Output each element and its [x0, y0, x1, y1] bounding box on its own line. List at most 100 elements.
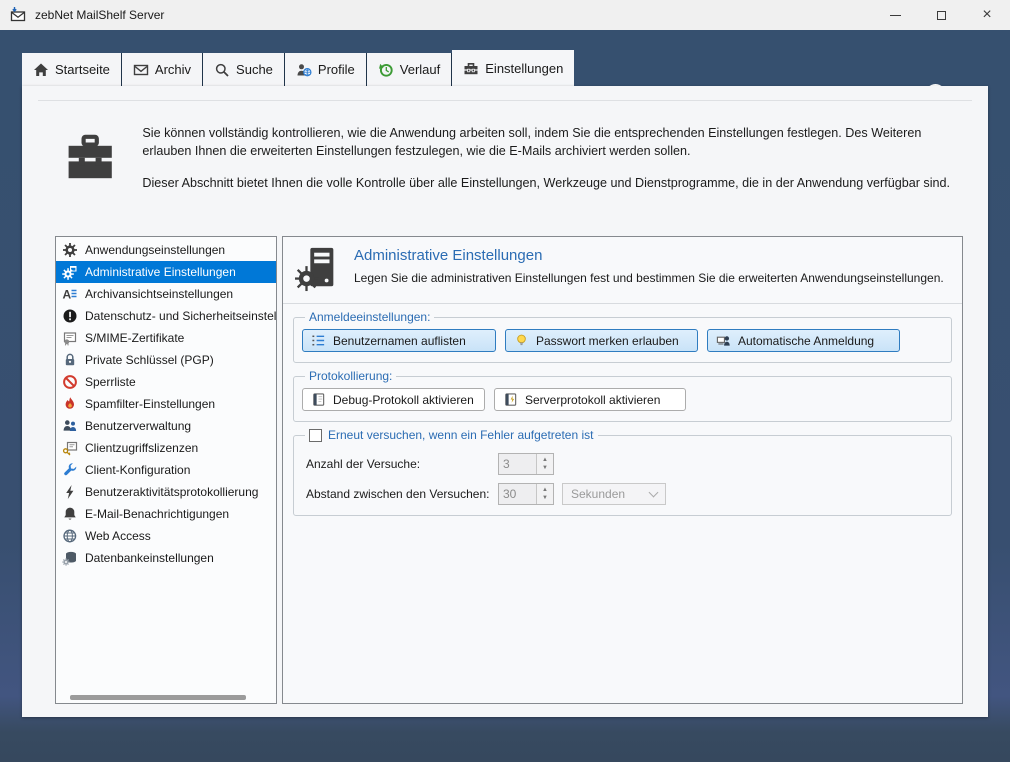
- close-icon: ×: [982, 6, 992, 23]
- tab-suche[interactable]: Suche: [203, 53, 285, 86]
- search-icon: [215, 63, 229, 77]
- tab-einstellungen[interactable]: Einstellungen: [452, 50, 575, 86]
- retry-interval-label: Abstand zwischen den Versuchen:: [306, 487, 490, 501]
- gear-icon: [63, 243, 77, 257]
- retry-interval-value: 30: [503, 487, 517, 501]
- briefcase-icon: [68, 134, 112, 179]
- certificate-icon: [63, 332, 77, 346]
- sidebar-item-label: Private Schlüssel (PGP): [85, 353, 214, 367]
- database-icon: [62, 551, 76, 566]
- admin-gear-icon: [62, 266, 77, 280]
- globe-icon: [63, 529, 77, 543]
- spin-down-icon[interactable]: ▼: [542, 495, 548, 501]
- retry-checkbox[interactable]: [309, 428, 322, 442]
- toggle-label: Automatische Anmeldung: [738, 333, 875, 348]
- minimize-icon: [889, 14, 901, 16]
- sidebar-item-label: Clientzugriffslizenzen: [85, 441, 199, 455]
- server-journal-icon: [505, 393, 517, 406]
- user-login-icon: [716, 336, 730, 346]
- pane-subtitle: Legen Sie die administrativen Einstellun…: [354, 271, 944, 285]
- enable-server-log-toggle[interactable]: Serverprotokoll aktivieren: [494, 388, 686, 411]
- settings-category-list: Anwendungseinstellungen Administrative E…: [55, 236, 277, 704]
- sidebar-item-user-activity-logging[interactable]: Benutzeraktivitätsprotokollierung: [56, 481, 276, 503]
- remember-password-toggle[interactable]: Passwort merken erlauben: [505, 329, 698, 352]
- sidebar-item-spam-filter[interactable]: Spamfilter-Einstellungen: [56, 393, 276, 415]
- sidebar-item-application-settings[interactable]: Anwendungseinstellungen: [56, 239, 276, 261]
- intro-paragraph-2: Dieser Abschnitt bietet Ihnen die volle …: [142, 175, 951, 190]
- window-frame: Startseite Archiv Suche Profile Verlauf …: [0, 30, 1010, 762]
- pane-divider: [283, 303, 962, 304]
- sidebar-item-label: E-Mail-Benachrichtigungen: [85, 507, 230, 521]
- sidebar-item-label: Archivansichtseinstellungen: [85, 287, 234, 301]
- sidebar-item-smime-certificates[interactable]: S/MIME-Zertifikate: [56, 327, 276, 349]
- spin-down-icon[interactable]: ▼: [542, 465, 548, 471]
- sidebar-item-label: Sperrliste: [85, 375, 136, 389]
- tab-label: Startseite: [55, 62, 110, 77]
- maximize-button[interactable]: [918, 0, 964, 30]
- tab-label: Einstellungen: [485, 60, 564, 76]
- sidebar-item-label: S/MIME-Zertifikate: [85, 331, 185, 345]
- retry-count-spinner[interactable]: 3 ▲ ▼: [498, 453, 554, 475]
- group-logging: Protokollierung: Debug-Protokoll aktivie…: [293, 369, 952, 422]
- tab-verlauf[interactable]: Verlauf: [366, 53, 453, 86]
- intro-paragraph-1: Sie können vollständig kontrollieren, wi…: [142, 126, 922, 158]
- bell-icon: [64, 507, 76, 520]
- license-key-icon: [62, 441, 78, 456]
- chevron-down-icon: [648, 487, 659, 498]
- group-login-legend: Anmeldeeinstellungen:: [309, 310, 431, 324]
- automatic-login-toggle[interactable]: Automatische Anmeldung: [707, 329, 900, 352]
- toolbox-icon: [464, 63, 478, 75]
- users-icon: [63, 420, 77, 431]
- settings-panel: Sie können vollständig kontrollieren, wi…: [22, 86, 988, 717]
- maximize-icon: [936, 10, 946, 20]
- sidebar-item-client-configuration[interactable]: Client-Konfiguration: [56, 459, 276, 481]
- envelope-icon: [133, 64, 149, 75]
- lightning-icon: [66, 485, 74, 499]
- sidebar-item-label: Datenschutz- und Sicherheitseinstellunge…: [85, 309, 276, 323]
- retry-interval-spinner[interactable]: 30 ▲ ▼: [498, 483, 554, 505]
- sidebar-item-archive-view-settings[interactable]: A Archivansichtseinstellungen: [56, 283, 276, 305]
- sidebar-item-label: Benutzerverwaltung: [85, 419, 192, 433]
- sidebar-item-privacy-security[interactable]: Datenschutz- und Sicherheitseinstellunge…: [56, 305, 276, 327]
- group-logging-legend: Protokollierung:: [309, 369, 393, 383]
- close-button[interactable]: ×: [964, 0, 1010, 30]
- block-icon: [63, 375, 77, 389]
- tab-label: Suche: [236, 62, 273, 77]
- archive-view-icon: A: [63, 288, 77, 302]
- toggle-label: Debug-Protokoll aktivieren: [333, 392, 474, 407]
- minimize-button[interactable]: [872, 0, 918, 30]
- sidebar-item-label: Administrative Einstellungen: [85, 265, 236, 279]
- spin-up-icon[interactable]: ▲: [542, 457, 548, 463]
- retry-interval-unit-value: Sekunden: [571, 487, 626, 501]
- retry-interval-unit-select[interactable]: Sekunden: [562, 483, 666, 505]
- administrative-settings-pane: Administrative Einstellungen Legen Sie d…: [282, 236, 963, 704]
- sidebar-item-label: Client-Konfiguration: [85, 463, 191, 477]
- sidebar-item-web-access[interactable]: Web Access: [56, 525, 276, 547]
- sidebar-item-label: Benutzeraktivitätsprotokollierung: [85, 485, 259, 499]
- sidebar-item-user-management[interactable]: Benutzerverwaltung: [56, 415, 276, 437]
- sidebar-item-administrative-settings[interactable]: Administrative Einstellungen: [56, 261, 276, 283]
- history-icon: [378, 63, 393, 77]
- group-login-settings: Anmeldeeinstellungen: Benutzernamen aufl…: [293, 310, 952, 363]
- sidebar-item-blocklist[interactable]: Sperrliste: [56, 371, 276, 393]
- sidebar-item-label: Web Access: [85, 529, 151, 543]
- sidebar-item-pgp-keys[interactable]: Private Schlüssel (PGP): [56, 349, 276, 371]
- toggle-label: Benutzernamen auflisten: [333, 333, 466, 348]
- pane-title: Administrative Einstellungen: [354, 247, 543, 264]
- lock-icon: [65, 353, 75, 366]
- enable-debug-log-toggle[interactable]: Debug-Protokoll aktivieren: [302, 388, 485, 411]
- sidebar-item-database-settings[interactable]: Datenbankeinstellungen: [56, 547, 276, 569]
- retry-checkbox-label: Erneut versuchen, wenn ein Fehler aufget…: [328, 428, 594, 442]
- sidebar-item-client-access-licenses[interactable]: Clientzugriffslizenzen: [56, 437, 276, 459]
- server-gear-icon: [295, 247, 334, 292]
- sidebar-horizontal-scrollbar[interactable]: [70, 695, 246, 700]
- profile-globe-icon: [297, 63, 312, 76]
- app-window: zebNet MailShelf Server × Startseite Arc…: [0, 0, 1010, 762]
- home-icon: [34, 63, 48, 76]
- tab-startseite[interactable]: Startseite: [22, 53, 122, 86]
- tab-archiv[interactable]: Archiv: [121, 53, 204, 86]
- spin-up-icon[interactable]: ▲: [542, 487, 548, 493]
- sidebar-item-email-notifications[interactable]: E-Mail-Benachrichtigungen: [56, 503, 276, 525]
- list-usernames-toggle[interactable]: Benutzernamen auflisten: [302, 329, 496, 352]
- tab-profile[interactable]: Profile: [284, 53, 367, 86]
